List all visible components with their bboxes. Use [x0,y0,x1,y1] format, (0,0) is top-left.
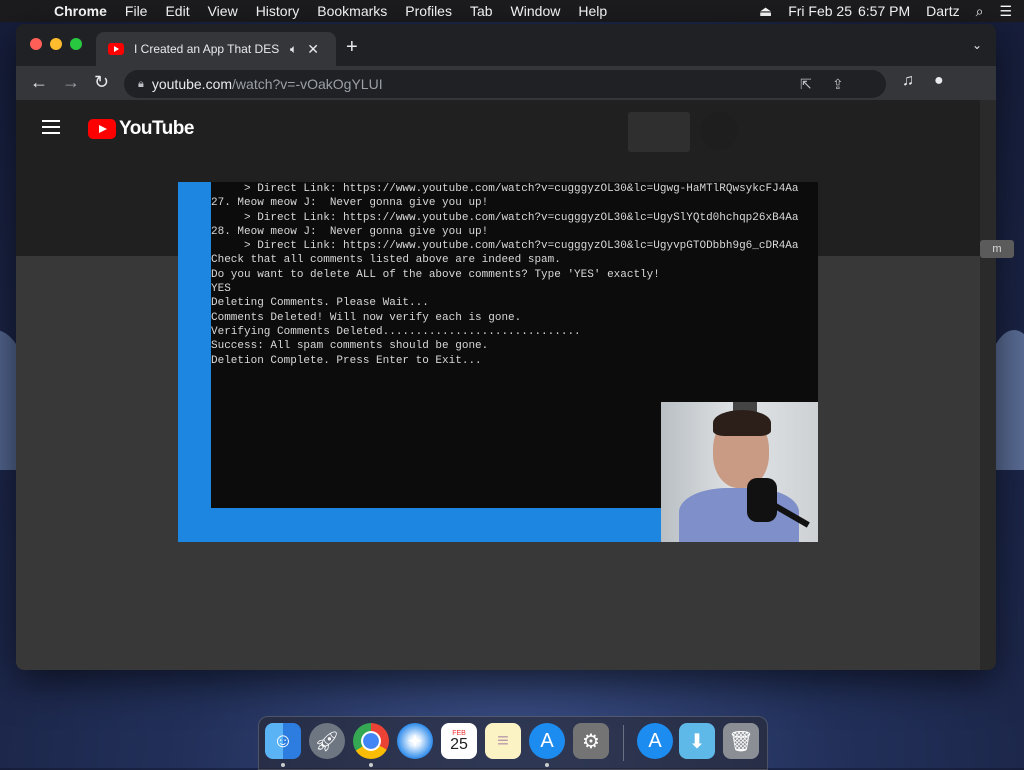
downloads-folder-icon[interactable]: ⬇ [679,723,715,759]
reload-icon[interactable]: ↻ [94,72,109,93]
page-scrollbar[interactable] [980,100,996,670]
console-line: Verifying Comments Deleted..............… [211,325,581,338]
menubar-time[interactable]: 6:57 PM [858,3,910,19]
webcam-person-hair [713,410,771,436]
console-line: > Direct Link: https://www.youtube.com/w… [211,240,799,253]
calendar-icon[interactable]: FEB 25 [441,723,477,759]
menu-view[interactable]: View [208,3,238,19]
menu-bookmarks[interactable]: Bookmarks [317,3,387,19]
console-line: Deleting Comments. Please Wait... [211,297,429,310]
console-line: > Direct Link: https://www.youtube.com/w… [211,211,799,224]
app-store-download-icon[interactable]: A [637,723,673,759]
tab-youtube[interactable]: I Created an App That DES 🔈︎ ✕ [96,32,336,66]
close-tab-icon[interactable]: ✕ [307,41,319,58]
tab-strip: I Created an App That DES 🔈︎ ✕ + ⌄ [16,24,996,66]
youtube-header: YouTube [16,100,980,156]
menu-file[interactable]: File [125,3,148,19]
system-preferences-icon[interactable]: ⚙ [573,723,609,759]
window-controls [30,38,82,50]
open-external-icon[interactable]: ⇱ [800,76,812,93]
chrome-window: I Created an App That DES 🔈︎ ✕ + ⌄ ← → ↻… [16,24,996,670]
chrome-running-indicator [369,763,373,767]
console-line: Do you want to delete ALL of the above c… [211,268,660,281]
back-arrow-icon[interactable]: ← [30,72,48,93]
menu-window[interactable]: Window [511,3,561,19]
youtube-favicon-icon [108,43,124,55]
new-tab-button[interactable]: + [346,36,358,59]
console-line: 27. Meow meow J: Never gonna give you up… [211,197,489,210]
launchpad-icon[interactable]: 🚀︎ [309,723,345,759]
menu-edit[interactable]: Edit [165,3,189,19]
menu-help[interactable]: Help [578,3,607,19]
control-center-icon[interactable]: ☰ [999,3,1012,20]
menu-chrome[interactable]: Chrome [54,3,107,19]
youtube-logo-text: YouTube [119,118,194,139]
background-window-chip: m [980,240,1014,258]
webcam-person-body [679,488,799,542]
eject-icon[interactable]: ⏏ [759,3,772,20]
address-url[interactable]: youtube.com/watch?v=-vOakOgYLUI [152,76,383,92]
minimize-window-button[interactable] [50,38,62,50]
menu-history[interactable]: History [256,3,300,19]
browser-toolbar: ← → ↻ 🔒︎ youtube.com/watch?v=-vOakOgYLUI… [16,66,996,100]
console-line: 28. Meow meow J: Never gonna give you up… [211,225,489,238]
trash-icon[interactable]: 🗑︎ [723,723,759,759]
menu-profiles[interactable]: Profiles [405,3,452,19]
zoom-window-button[interactable] [70,38,82,50]
console-line: Check that all comments listed above are… [211,254,561,267]
close-window-button[interactable] [30,38,42,50]
console-line: > Direct Link: https://www.youtube.com/w… [211,183,799,195]
youtube-page: YouTube > Direct Link: https://www.youtu… [16,100,980,670]
tab-title: I Created an App That DES [134,42,280,56]
spotlight-search-icon[interactable]: ⌕ [976,3,984,20]
video-player[interactable]: > Direct Link: https://www.youtube.com/w… [178,182,818,542]
console-line: Deletion Complete. Press Enter to Exit..… [211,354,482,367]
calendar-day: 25 [450,735,468,753]
lock-icon[interactable]: 🔒︎ [138,78,144,91]
menu-bar: Chrome File Edit View History Bookmarks … [0,0,1024,22]
menubar-user[interactable]: Dartz [926,3,959,19]
media-control-icon[interactable]: ♫ [902,72,914,90]
header-placeholder-button[interactable] [628,112,690,152]
console-line: YES [211,283,231,296]
dock-separator [623,725,624,761]
console-line: Comments Deleted! Will now verify each i… [211,311,522,324]
chrome-icon[interactable] [353,723,389,759]
menubar-date[interactable]: Fri Feb 25 [788,3,852,19]
forward-arrow-icon[interactable]: → [62,72,80,93]
console-line: Success: All spam comments should be gon… [211,340,489,353]
profile-icon[interactable]: ● [934,72,944,90]
webcam-overlay [661,402,818,542]
speaker-icon[interactable]: 🔈︎ [290,42,297,57]
finder-icon[interactable]: ☺ [265,723,301,759]
youtube-play-icon [88,119,116,139]
youtube-logo[interactable]: YouTube [88,118,194,140]
microphone-icon [747,478,777,522]
app-store-running-indicator [545,763,549,767]
avatar[interactable] [700,112,738,150]
address-bar[interactable]: 🔒︎ youtube.com/watch?v=-vOakOgYLUI ⇱ ⇪ [124,70,886,98]
hamburger-menu-icon[interactable] [42,120,60,138]
notes-icon[interactable]: ≡ [485,723,521,759]
tab-search-chevron-down-icon[interactable]: ⌄ [972,38,982,52]
app-store-icon[interactable]: A [529,723,565,759]
finder-running-indicator [281,763,285,767]
share-icon[interactable]: ⇪ [832,76,844,93]
dock: ☺ 🚀︎ ✦ FEB 25 ≡ A ⚙ A ⬇ 🗑︎ [258,716,768,770]
menu-tab[interactable]: Tab [470,3,493,19]
safari-icon[interactable]: ✦ [397,723,433,759]
